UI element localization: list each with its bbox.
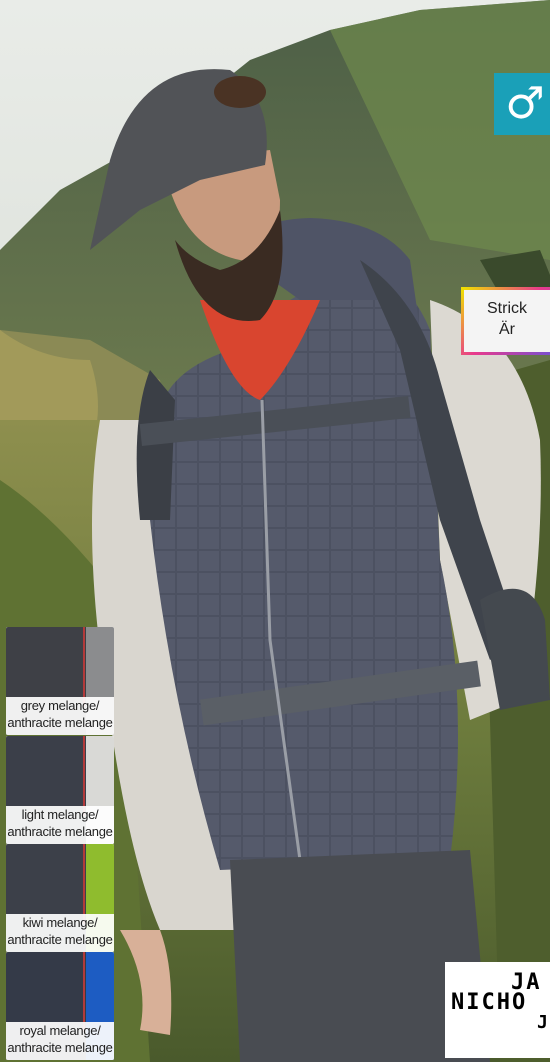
feature-label: Strick Är bbox=[461, 287, 550, 355]
color-swatch-royal[interactable]: royal melange/ anthracite melange bbox=[6, 952, 114, 1060]
color-swatch-light[interactable]: light melange/ anthracite melange bbox=[6, 736, 114, 844]
swatch-label-line2: anthracite melange bbox=[7, 1040, 113, 1055]
male-symbol-icon: ♂ bbox=[505, 78, 545, 129]
swatch-label-line2: anthracite melange bbox=[7, 715, 113, 730]
logo-line2: NICHO bbox=[451, 990, 528, 1015]
swatch-label-line1: grey melange/ bbox=[20, 698, 100, 713]
swatch-label-line2: anthracite melange bbox=[7, 824, 113, 839]
brand-logo: JA NICHO J bbox=[445, 962, 550, 1058]
swatch-label-line1: kiwi melange/ bbox=[22, 915, 98, 930]
feature-label-line1: Strick bbox=[487, 300, 527, 317]
color-swatch-kiwi[interactable]: kiwi melange/ anthracite melange bbox=[6, 844, 114, 952]
male-badge: ♂ bbox=[494, 73, 550, 135]
swatch-label-line1: light melange/ bbox=[21, 807, 99, 822]
swatch-label-line1: royal melange/ bbox=[19, 1023, 101, 1038]
swatch-label-line2: anthracite melange bbox=[7, 932, 113, 947]
feature-label-line2: Är bbox=[499, 321, 515, 338]
logo-line3: J bbox=[537, 1012, 548, 1033]
color-swatch-grey[interactable]: grey melange/ anthracite melange bbox=[6, 627, 114, 735]
